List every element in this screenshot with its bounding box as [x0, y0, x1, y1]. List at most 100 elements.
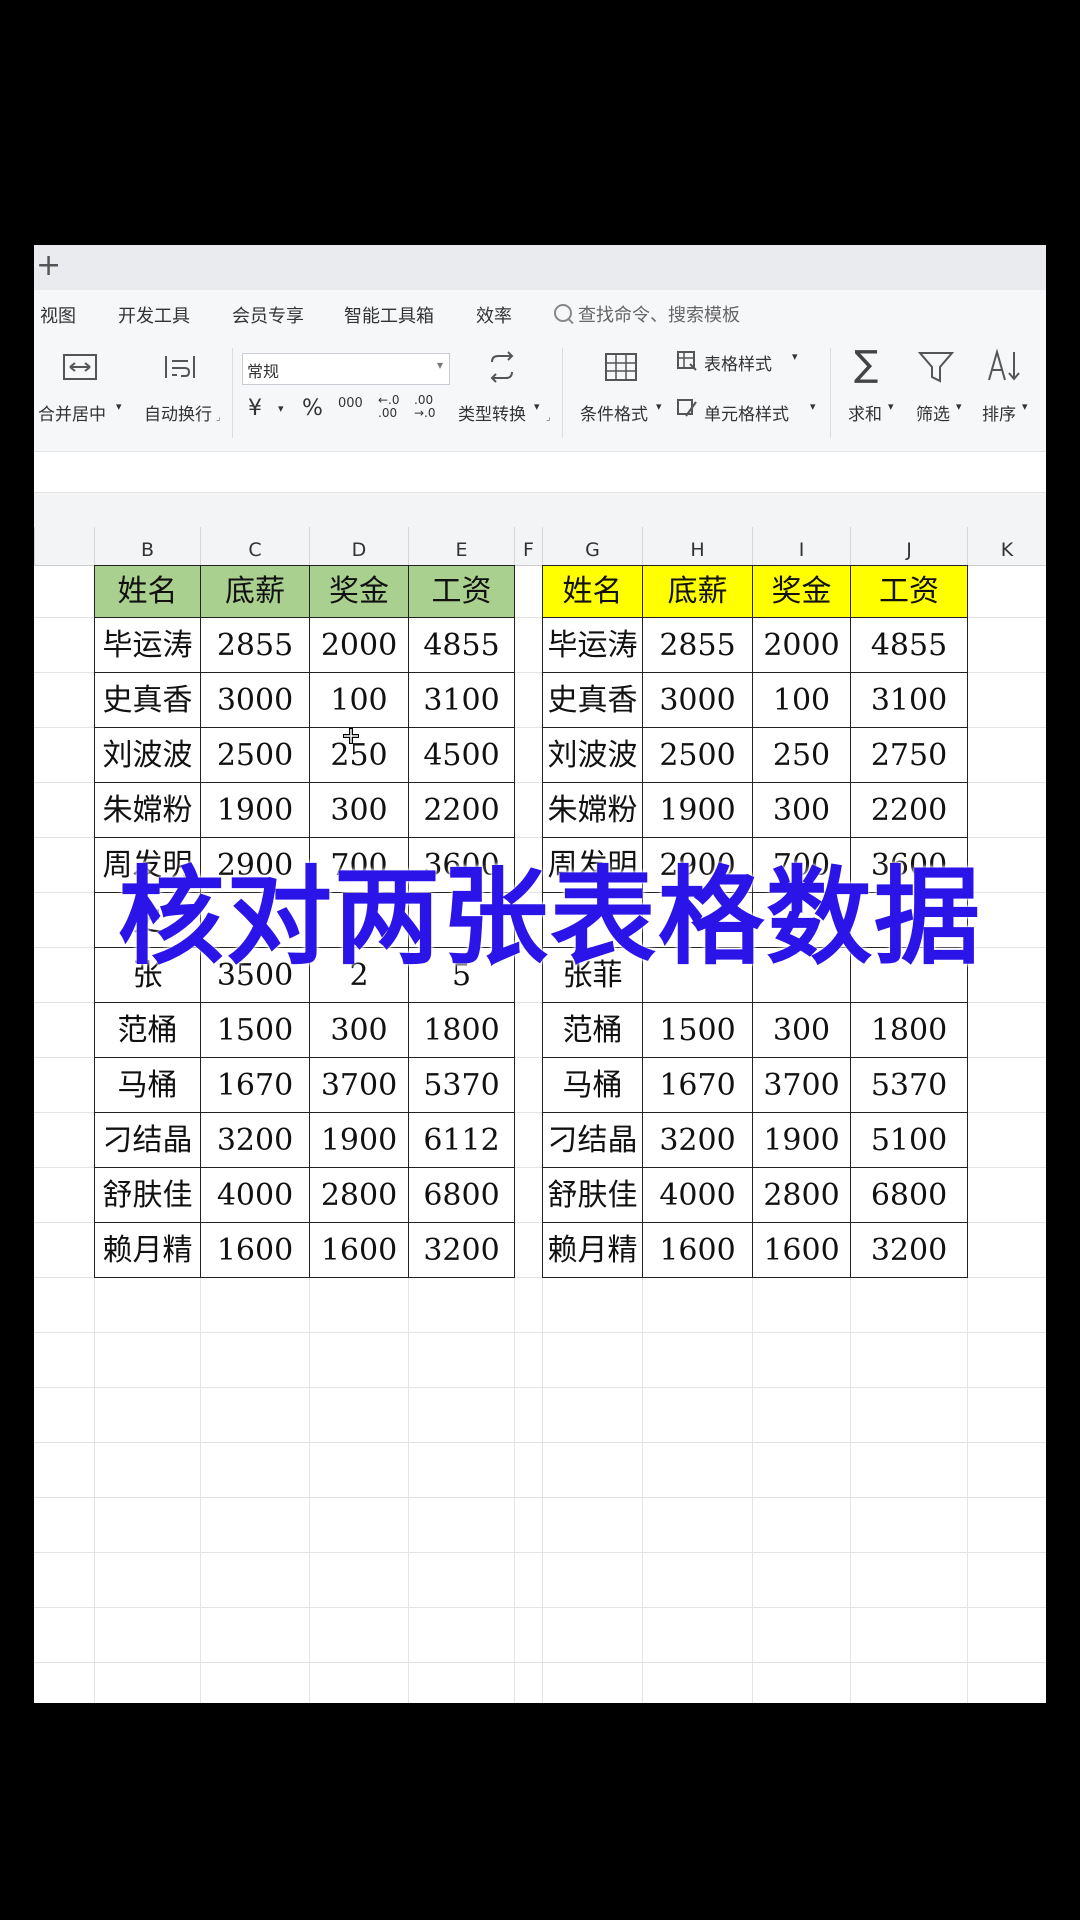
right-cell-name[interactable]: 范桶: [542, 1002, 643, 1058]
sum-dropdown-icon[interactable]: ▾: [888, 400, 894, 413]
column-header-h[interactable]: H: [642, 527, 752, 565]
left-cell-salary[interactable]: 4855: [408, 617, 515, 673]
sheet-grid[interactable]: 姓名 底薪 奖金 工资 毕运涛 2855 2000 4855 史真香 3000 100 3100 刘波波…: [34, 565, 1046, 1703]
increase-decimal-button[interactable]: ←.0 .00: [378, 394, 404, 420]
right-cell-salary[interactable]: 2750: [850, 727, 968, 783]
left-cell-name[interactable]: 朱嫦粉: [94, 782, 201, 838]
left-cell-salary[interactable]: 2200: [408, 782, 515, 838]
right-cell-bonus[interactable]: 250: [752, 727, 851, 783]
type-convert-dropdown-icon[interactable]: ▾: [534, 400, 540, 413]
cell-style-button[interactable]: 单元格样式: [704, 400, 789, 425]
left-cell-salary[interactable]: 1800: [408, 1002, 515, 1058]
left-cell-bonus[interactable]: 300: [309, 782, 409, 838]
left-header-base[interactable]: 底薪: [200, 565, 310, 618]
left-cell-name[interactable]: 舒肤佳: [94, 1167, 201, 1223]
left-cell-name[interactable]: 范桶: [94, 1002, 201, 1058]
left-cell-base[interactable]: 3000: [200, 672, 310, 728]
right-cell-name[interactable]: 马桶: [542, 1057, 643, 1113]
left-cell-salary[interactable]: 6800: [408, 1167, 515, 1223]
left-cell-bonus[interactable]: 1900: [309, 1112, 409, 1168]
table-style-button[interactable]: 表格样式: [704, 350, 772, 375]
auto-wrap-button[interactable]: 自动换行: [144, 400, 212, 425]
right-cell-bonus[interactable]: 100: [752, 672, 851, 728]
right-cell-base[interactable]: 3200: [642, 1112, 753, 1168]
right-cell-name[interactable]: 赖月精: [542, 1222, 643, 1278]
left-cell-name[interactable]: 刘波波: [94, 727, 201, 783]
percent-button[interactable]: %: [302, 396, 323, 421]
left-cell-base[interactable]: 1670: [200, 1057, 310, 1113]
right-cell-bonus[interactable]: 300: [752, 782, 851, 838]
right-cell-base[interactable]: 1500: [642, 1002, 753, 1058]
filter-dropdown-icon[interactable]: ▾: [956, 400, 962, 413]
menu-member-exclusive[interactable]: 会员专享: [232, 302, 304, 328]
sort-button[interactable]: 排序: [982, 400, 1016, 425]
currency-dropdown-icon[interactable]: ▾: [278, 402, 284, 415]
right-cell-bonus[interactable]: 1600: [752, 1222, 851, 1278]
left-cell-name[interactable]: 史真香: [94, 672, 201, 728]
left-cell-bonus[interactable]: 1600: [309, 1222, 409, 1278]
right-cell-base[interactable]: 1600: [642, 1222, 753, 1278]
menu-efficiency[interactable]: 效率: [476, 302, 512, 328]
new-tab-button[interactable]: +: [36, 249, 61, 283]
merge-center-dropdown-icon[interactable]: ▾: [116, 400, 122, 413]
left-cell-base[interactable]: 2500: [200, 727, 310, 783]
filter-button[interactable]: 筛选: [916, 400, 950, 425]
menu-smart-toolbox[interactable]: 智能工具箱: [344, 302, 434, 328]
right-cell-bonus[interactable]: 2000: [752, 617, 851, 673]
left-cell-name[interactable]: 刁结晶: [94, 1112, 201, 1168]
left-cell-bonus[interactable]: 300: [309, 1002, 409, 1058]
right-header-base[interactable]: 底薪: [642, 565, 753, 618]
right-cell-bonus[interactable]: 300: [752, 1002, 851, 1058]
right-cell-salary[interactable]: 1800: [850, 1002, 968, 1058]
merge-center-button[interactable]: 合并居中: [38, 400, 106, 425]
left-cell-base[interactable]: 4000: [200, 1167, 310, 1223]
left-cell-salary[interactable]: 3200: [408, 1222, 515, 1278]
left-cell-base[interactable]: 3200: [200, 1112, 310, 1168]
cell-style-dropdown-icon[interactable]: ▾: [810, 400, 816, 413]
left-cell-salary[interactable]: 4500: [408, 727, 515, 783]
sum-button[interactable]: 求和: [848, 400, 882, 425]
menu-developer-tools[interactable]: 开发工具: [118, 302, 190, 328]
column-header-i[interactable]: I: [752, 527, 850, 565]
left-cell-salary[interactable]: 3100: [408, 672, 515, 728]
left-cell-base[interactable]: 2855: [200, 617, 310, 673]
right-cell-name[interactable]: 舒肤佳: [542, 1167, 643, 1223]
right-cell-bonus[interactable]: 3700: [752, 1057, 851, 1113]
right-cell-bonus[interactable]: 2800: [752, 1167, 851, 1223]
conditional-format-button[interactable]: 条件格式: [580, 400, 648, 425]
left-header-bonus[interactable]: 奖金: [309, 565, 409, 618]
menu-view[interactable]: 视图: [40, 302, 76, 328]
left-cell-name[interactable]: 马桶: [94, 1057, 201, 1113]
alignment-dialog-launcher-icon[interactable]: ⌟: [216, 412, 221, 423]
right-cell-salary[interactable]: 5370: [850, 1057, 968, 1113]
right-cell-salary[interactable]: 5100: [850, 1112, 968, 1168]
left-cell-base[interactable]: 1600: [200, 1222, 310, 1278]
right-header-salary[interactable]: 工资: [850, 565, 968, 618]
thousands-separator-button[interactable]: 000: [338, 396, 363, 411]
column-header-c[interactable]: C: [200, 527, 309, 565]
left-cell-bonus[interactable]: 2800: [309, 1167, 409, 1223]
currency-button[interactable]: ¥: [248, 396, 262, 421]
right-cell-name[interactable]: 毕运涛: [542, 617, 643, 673]
column-header-k[interactable]: K: [967, 527, 1046, 565]
right-cell-salary[interactable]: 6800: [850, 1167, 968, 1223]
left-cell-base[interactable]: 1900: [200, 782, 310, 838]
left-cell-bonus[interactable]: 250: [309, 727, 409, 783]
left-cell-salary[interactable]: 6112: [408, 1112, 515, 1168]
left-header-name[interactable]: 姓名: [94, 565, 201, 618]
left-cell-name[interactable]: 赖月精: [94, 1222, 201, 1278]
left-cell-name[interactable]: 毕运涛: [94, 617, 201, 673]
right-cell-name[interactable]: 刁结晶: [542, 1112, 643, 1168]
right-header-name[interactable]: 姓名: [542, 565, 643, 618]
formula-bar[interactable]: [34, 452, 1046, 493]
right-cell-name[interactable]: 刘波波: [542, 727, 643, 783]
right-cell-bonus[interactable]: 1900: [752, 1112, 851, 1168]
column-header-b[interactable]: B: [94, 527, 200, 565]
right-cell-salary[interactable]: 2200: [850, 782, 968, 838]
conditional-format-dropdown-icon[interactable]: ▾: [656, 400, 662, 413]
left-cell-bonus[interactable]: 100: [309, 672, 409, 728]
right-cell-base[interactable]: 2855: [642, 617, 753, 673]
number-dialog-launcher-icon[interactable]: ⌟: [546, 412, 551, 423]
right-cell-salary[interactable]: 4855: [850, 617, 968, 673]
column-header-d[interactable]: D: [309, 527, 408, 565]
